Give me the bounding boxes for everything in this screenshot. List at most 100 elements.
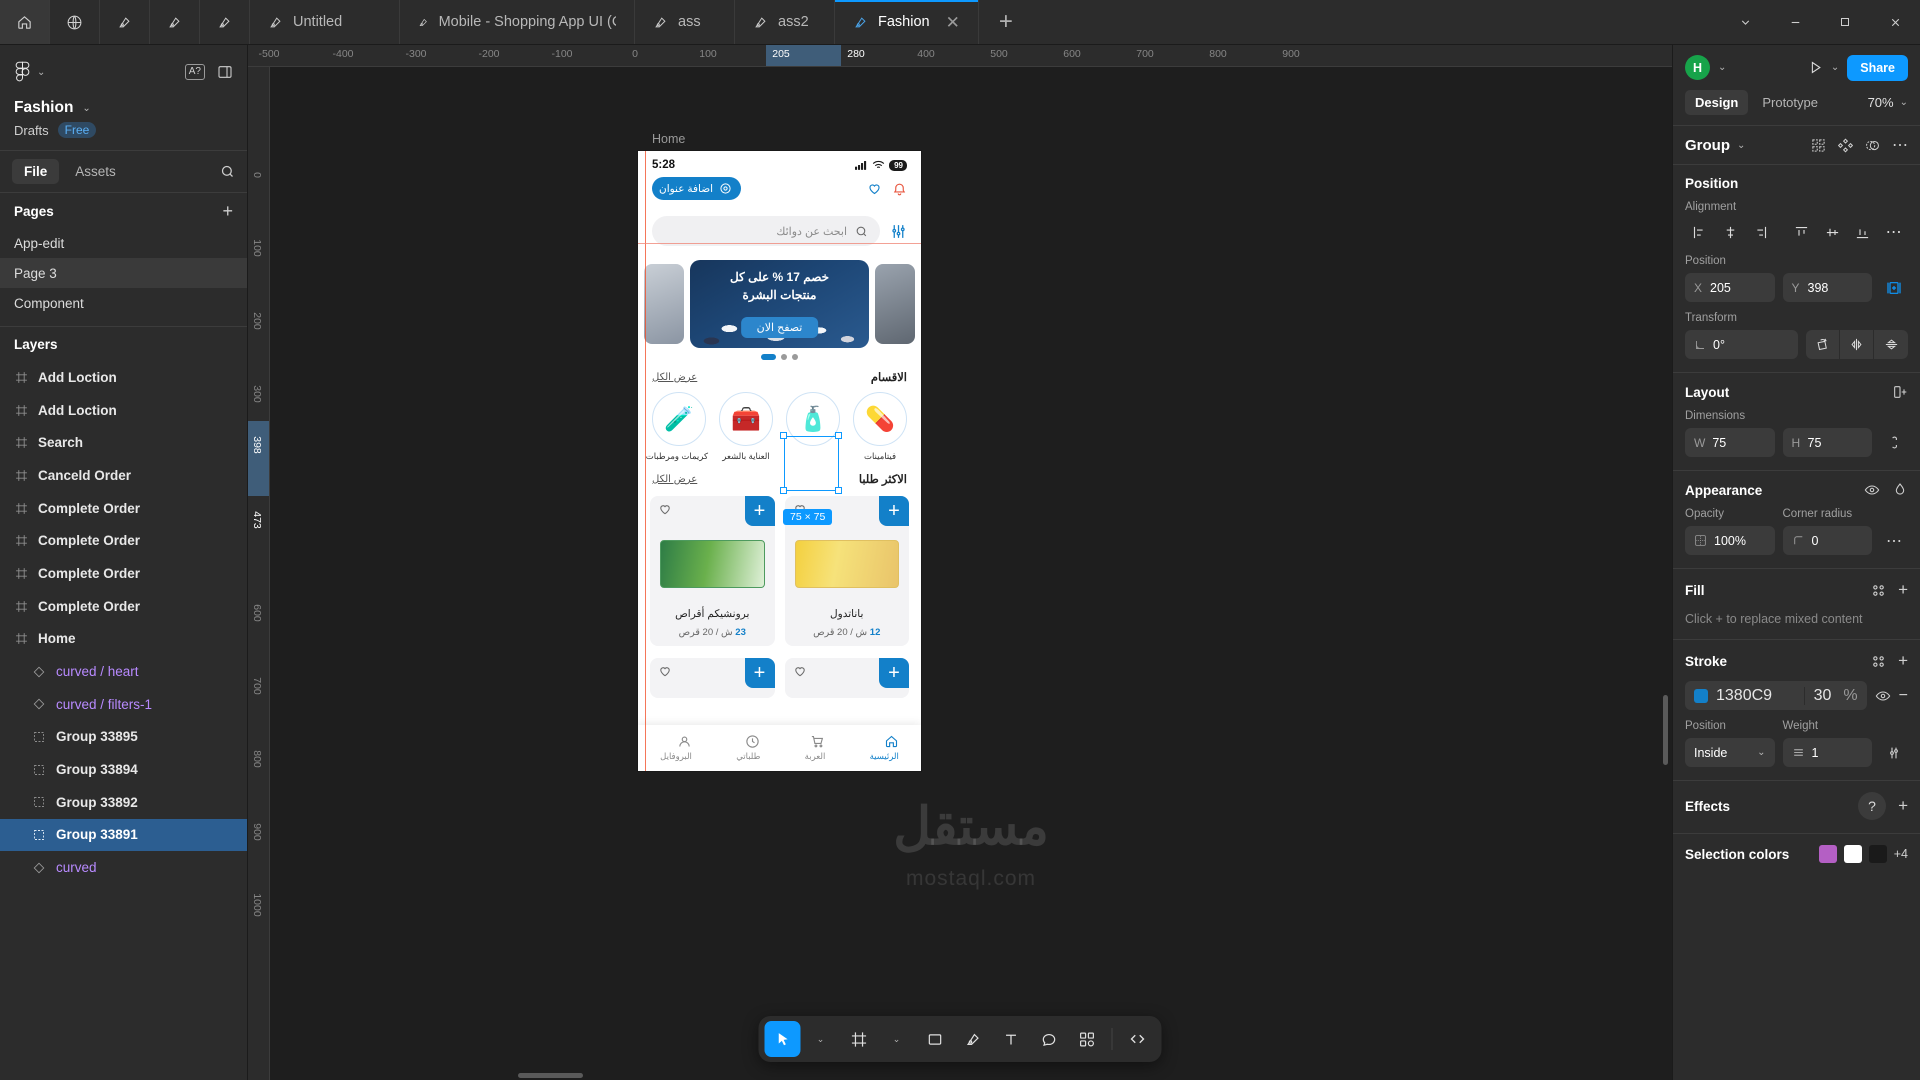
maximize-icon[interactable] <box>1820 0 1870 44</box>
stroke-weight-input[interactable]: 1 <box>1782 738 1872 767</box>
layer-row[interactable]: Complete Order <box>0 524 247 557</box>
eye-icon[interactable] <box>1864 482 1880 498</box>
layer-row[interactable]: curved <box>0 851 247 884</box>
layer-row[interactable]: curved / filters-1 <box>0 688 247 721</box>
move-tool[interactable] <box>764 1021 801 1057</box>
bottom-nav-item-home[interactable]: الرئيسية <box>870 734 899 762</box>
home-icon[interactable] <box>0 0 50 44</box>
stroke-color-swatch[interactable] <box>1694 688 1708 703</box>
layer-row[interactable]: curved / heart <box>0 655 247 688</box>
rotate-icon[interactable] <box>1806 330 1840 359</box>
category-item-selected[interactable]: 🧴 <box>784 392 842 462</box>
eye-icon[interactable] <box>1875 688 1891 704</box>
close-icon[interactable]: ✕ <box>946 14 960 31</box>
accessibility-badge[interactable]: A? <box>184 64 205 80</box>
close-icon[interactable] <box>1870 0 1920 44</box>
notification-bell-icon[interactable] <box>892 181 907 196</box>
styles-icon[interactable] <box>1871 583 1886 598</box>
panel-layout-icon[interactable] <box>217 64 233 80</box>
layer-row[interactable]: Search <box>0 426 247 459</box>
advanced-stroke-icon[interactable] <box>1880 745 1908 761</box>
stroke-position-select[interactable]: Inside ⌄ <box>1685 738 1775 767</box>
file-icon[interactable] <box>150 0 200 44</box>
color-swatch[interactable] <box>1868 845 1887 863</box>
layer-row[interactable]: Group 33892 <box>0 786 247 819</box>
resize-handle-top-right[interactable] <box>835 432 842 439</box>
more-icon[interactable]: ⋯ <box>1879 219 1908 245</box>
flip-horizontal-icon[interactable] <box>1840 330 1874 359</box>
add-page-button[interactable]: + <box>222 202 233 220</box>
file-icon[interactable] <box>100 0 150 44</box>
shape-tool[interactable] <box>917 1021 953 1057</box>
frame-tool-options[interactable]: ⌄ <box>879 1021 915 1057</box>
absolute-position-icon[interactable] <box>1880 280 1908 296</box>
ruler-vertical[interactable]: 0 100 200 300 398 473 600 700 800 900 10… <box>248 67 270 1080</box>
pen-tool[interactable] <box>955 1021 991 1057</box>
bottom-nav-item-profile[interactable]: البروفايل <box>660 734 692 762</box>
layer-row[interactable]: Home <box>0 623 247 656</box>
add-to-cart-button[interactable]: + <box>879 496 909 526</box>
align-left-icon[interactable] <box>1685 219 1714 245</box>
resize-handle-bottom-left[interactable] <box>780 487 787 494</box>
chevron-down-icon[interactable] <box>1720 0 1770 44</box>
heart-outline-icon[interactable] <box>658 502 672 516</box>
category-item[interactable]: 🧰 العناية بالشعر <box>717 392 775 462</box>
tab-ass2[interactable]: ass2 <box>735 0 835 44</box>
bottom-nav-item-orders[interactable]: طلباتي <box>736 734 760 762</box>
lock-ratio-icon[interactable] <box>1880 435 1908 450</box>
frame-tool[interactable] <box>841 1021 877 1057</box>
banner-slide-next[interactable] <box>875 264 915 344</box>
flip-vertical-icon[interactable] <box>1874 330 1908 359</box>
move-tool-options[interactable]: ⌄ <box>803 1021 839 1057</box>
frame-label[interactable]: Home <box>652 132 685 146</box>
page-item-page-3[interactable]: Page 3 <box>0 258 247 288</box>
tab-prototype[interactable]: Prototype <box>1752 90 1828 115</box>
tab-ass[interactable]: ass <box>635 0 735 44</box>
add-stroke-button[interactable]: + <box>1898 651 1908 671</box>
product-card[interactable]: + <box>784 658 909 698</box>
figma-logo-icon[interactable]: ⌄ <box>14 61 45 83</box>
canvas-viewport[interactable]: مستقل mostaql.com Home 5:28 99 اضافة عنو… <box>270 67 1672 1080</box>
styles-icon[interactable] <box>1871 654 1886 669</box>
height-input[interactable]: H 75 <box>1782 428 1872 457</box>
phone-frame-home[interactable]: 5:28 99 اضافة عنوان ابحث عن دوائك خصم 17… <box>638 151 921 771</box>
heart-outline-icon[interactable] <box>658 664 672 678</box>
bottom-nav-item-cart[interactable]: العربة <box>805 734 825 762</box>
width-input[interactable]: W 75 <box>1685 428 1775 457</box>
page-item-component[interactable]: Component <box>0 288 247 318</box>
resize-handle-bottom-right[interactable] <box>835 487 842 494</box>
tab-untitled[interactable]: Untitled <box>250 0 400 44</box>
tab-mobile-shopping-app-ui[interactable]: Mobile - Shopping App UI (Community) <box>400 0 635 44</box>
align-h-center-icon[interactable] <box>1716 219 1745 245</box>
layer-row[interactable]: Add Loction <box>0 394 247 427</box>
layers-list[interactable]: Add Loction Add Loction Search Canceld O… <box>0 361 247 1080</box>
chevron-down-icon[interactable]: ⌄ <box>1718 62 1726 73</box>
canvas-area[interactable]: -500 -400 -300 -200 -100 0 100 205 280 4… <box>248 45 1672 1080</box>
tab-design[interactable]: Design <box>1685 90 1749 115</box>
globe-icon[interactable] <box>50 0 100 44</box>
stroke-color-input[interactable]: 1380C9 30 % <box>1685 681 1867 710</box>
carousel-dot[interactable] <box>781 354 787 360</box>
component-create-icon[interactable] <box>1811 138 1826 153</box>
blend-mode-icon[interactable] <box>1892 482 1908 498</box>
align-top-icon[interactable] <box>1787 219 1816 245</box>
dev-mode-tool[interactable] <box>1120 1021 1156 1057</box>
banner-carousel[interactable]: خصم 17 % على كل منتجات البشرة تصفح الان <box>638 258 921 350</box>
see-all-link[interactable]: عرض الكل <box>652 474 697 485</box>
tab-fashion[interactable]: Fashion ✕ <box>835 0 979 44</box>
banner-cta-button[interactable]: تصفح الان <box>740 317 819 338</box>
color-swatch[interactable] <box>1818 845 1837 863</box>
ruler-horizontal[interactable]: -500 -400 -300 -200 -100 0 100 205 280 4… <box>248 45 1672 67</box>
canvas-scrollbar-horizontal-track[interactable] <box>270 1071 1672 1080</box>
search-input[interactable]: ابحث عن دوائك <box>652 216 880 246</box>
banner-slide-prev[interactable] <box>644 264 684 344</box>
remove-stroke-button[interactable]: − <box>1899 687 1908 705</box>
chevron-down-icon[interactable]: ⌄ <box>1831 62 1839 73</box>
align-bottom-icon[interactable] <box>1849 219 1878 245</box>
layer-row-selected[interactable]: Group 33891 <box>0 818 247 852</box>
add-auto-layout-icon[interactable] <box>1892 384 1908 400</box>
corner-radius-input[interactable]: 0 <box>1782 526 1872 555</box>
opacity-input[interactable]: 100% <box>1685 526 1775 555</box>
help-button[interactable]: ? <box>1858 792 1887 820</box>
color-swatch[interactable] <box>1843 845 1862 863</box>
